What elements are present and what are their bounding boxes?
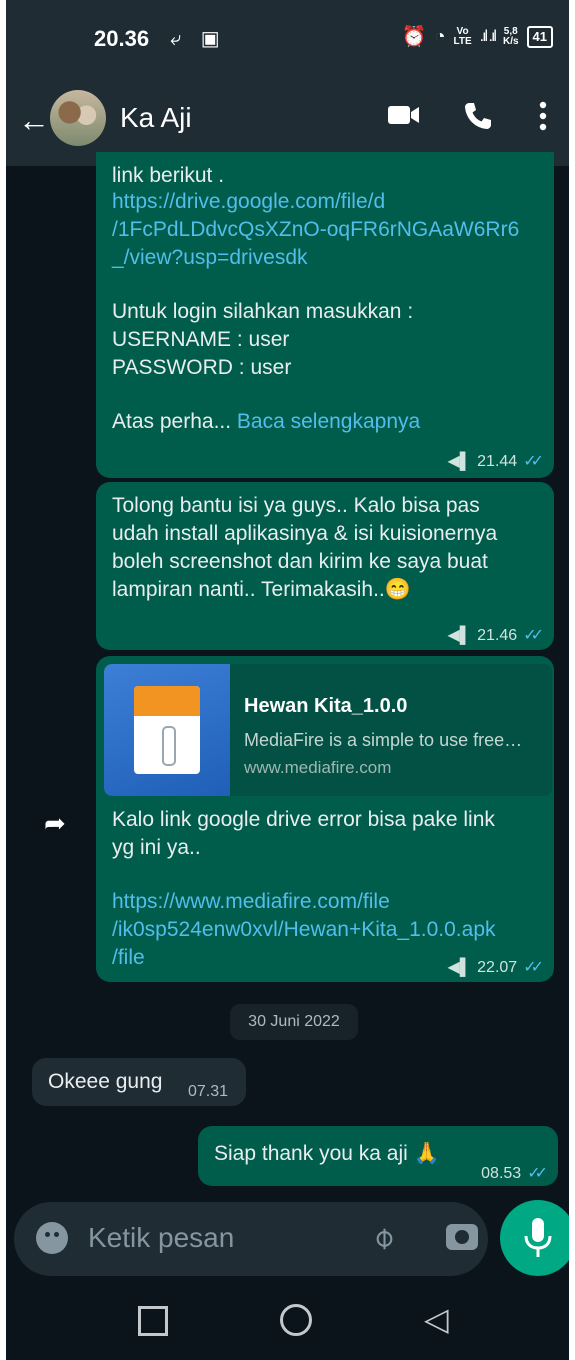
read-ticks-icon: ✓✓ bbox=[523, 627, 544, 644]
zip-file-icon bbox=[134, 686, 200, 774]
message-text: Okeee gung bbox=[48, 1070, 163, 1093]
contact-name[interactable]: Ka Aji bbox=[120, 102, 192, 134]
message-bubble[interactable]: link berikut . https://drive.google.com/… bbox=[96, 152, 554, 478]
network-speed: 5,8 K/s bbox=[502, 25, 519, 47]
message-text: Untuk login silahkan masukkan : USERNAME… bbox=[112, 300, 414, 379]
back-nav-icon[interactable]: ◁ bbox=[424, 1300, 449, 1338]
emoji-icon[interactable] bbox=[36, 1222, 68, 1254]
message-link[interactable]: https://www.mediafire.com/file /ik0sp524… bbox=[112, 888, 496, 972]
date-separator: 30 Juni 2022 bbox=[230, 1004, 358, 1040]
notification-icons: ⤶ ▣ bbox=[170, 26, 220, 51]
read-more-link[interactable]: Baca selengkapnya bbox=[237, 410, 420, 433]
home-icon[interactable] bbox=[280, 1304, 312, 1336]
message-meta: 08.53 ✓✓ bbox=[481, 1160, 548, 1188]
message-input[interactable]: Ketik pesan bbox=[88, 1222, 234, 1254]
message-bubble[interactable]: Siap thank you ka aji 🙏 08.53 ✓✓ bbox=[198, 1126, 558, 1186]
message-time: 21.44 bbox=[477, 453, 518, 470]
broadcast-icon: ◀▌ bbox=[447, 453, 472, 470]
broadcast-icon: ◀▌ bbox=[447, 627, 472, 644]
link-preview[interactable]: Hewan Kita_1.0.0 MediaFire is a simple t… bbox=[104, 664, 552, 796]
message-time: 07.31 bbox=[188, 1083, 229, 1100]
message-text: Tolong bantu isi ya guys.. Kalo bisa pas… bbox=[112, 494, 498, 601]
recents-icon[interactable] bbox=[138, 1306, 168, 1336]
status-time: 20.36 bbox=[94, 26, 150, 51]
calendar-icon: ▣ bbox=[200, 28, 220, 50]
battery-icon: 41 bbox=[526, 25, 553, 48]
message-text: link berikut . bbox=[112, 164, 225, 187]
message-time: 22.07 bbox=[477, 959, 518, 976]
message-meta: ◀▌ 21.46 ✓✓ bbox=[447, 622, 544, 650]
system-nav-bar: ◁ bbox=[6, 1282, 569, 1360]
message-bubble[interactable]: Tolong bantu isi ya guys.. Kalo bisa pas… bbox=[96, 482, 554, 650]
message-meta: ◀▌ 21.44 ✓✓ bbox=[447, 448, 544, 476]
preview-site: www.mediafire.com bbox=[244, 758, 392, 777]
message-input-bar[interactable]: Ketik pesan ⌀ bbox=[14, 1202, 488, 1276]
message-text: Siap thank you ka aji 🙏 bbox=[214, 1142, 440, 1165]
status-bar: 20.36 ⤶ ▣ ⏰ ◔ Vo LTE .ıl .ıl 5,8 K/s 41 bbox=[6, 0, 569, 80]
missed-call-icon: ⤶ bbox=[170, 28, 182, 50]
preview-description: MediaFire is a simple to use free… bbox=[244, 730, 523, 750]
signal-icon: .ıl .ıl bbox=[479, 27, 497, 45]
whatsapp-screen: 20.36 ⤶ ▣ ⏰ ◔ Vo LTE .ıl .ıl 5,8 K/s 41 … bbox=[6, 0, 569, 1360]
message-text: Kalo link google drive error bisa pake l… bbox=[112, 808, 495, 859]
status-right: ⏰ ◔ Vo LTE .ıl .ıl 5,8 K/s 41 bbox=[402, 24, 553, 49]
attach-icon[interactable]: ⌀ bbox=[364, 1219, 402, 1257]
message-time: 21.46 bbox=[477, 627, 518, 644]
message-bubble[interactable]: Hewan Kita_1.0.0 MediaFire is a simple t… bbox=[96, 656, 554, 982]
more-options-icon[interactable] bbox=[538, 100, 548, 132]
wifi-icon: ◔ bbox=[434, 26, 446, 46]
message-meta: ◀▌ 22.07 ✓✓ bbox=[447, 954, 544, 982]
message-time: 08.53 bbox=[481, 1165, 522, 1182]
preview-title: Hewan Kita_1.0.0 bbox=[244, 695, 408, 717]
alarm-icon: ⏰ bbox=[401, 26, 427, 48]
chat-area[interactable]: link berikut . https://drive.google.com/… bbox=[6, 152, 569, 1206]
avatar[interactable] bbox=[50, 90, 106, 146]
video-call-icon[interactable] bbox=[386, 100, 422, 130]
read-ticks-icon: ✓✓ bbox=[523, 959, 544, 976]
message-tail: Atas perha... Baca selengkapnya bbox=[112, 410, 421, 433]
read-ticks-icon: ✓✓ bbox=[523, 453, 544, 470]
camera-icon[interactable] bbox=[446, 1224, 478, 1250]
message-bubble-incoming[interactable]: Okeee gung 07.31 bbox=[32, 1058, 246, 1106]
back-arrow-icon[interactable]: ← bbox=[18, 102, 50, 139]
read-ticks-icon: ✓✓ bbox=[527, 1165, 548, 1182]
broadcast-icon: ◀▌ bbox=[447, 959, 472, 976]
message-link[interactable]: https://drive.google.com/file/d /1FcPdLD… bbox=[112, 188, 519, 272]
mic-button[interactable] bbox=[500, 1200, 569, 1276]
forward-icon[interactable]: ➦ bbox=[44, 808, 66, 839]
preview-thumbnail bbox=[104, 664, 230, 796]
volte-indicator: Vo LTE bbox=[453, 25, 472, 47]
mic-icon bbox=[524, 1218, 552, 1257]
voice-call-icon[interactable] bbox=[462, 100, 494, 132]
